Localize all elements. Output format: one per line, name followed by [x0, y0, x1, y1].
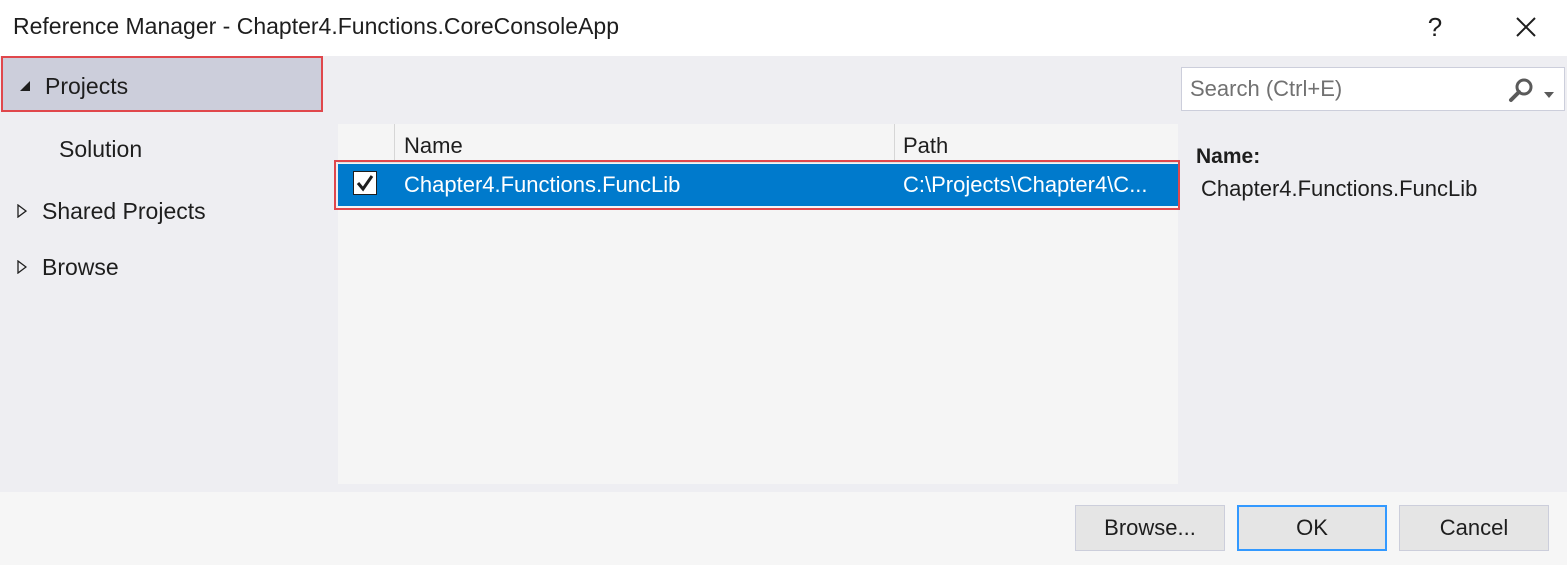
sidebar-item-projects[interactable]: Projects: [1, 56, 323, 112]
search-icon[interactable]: [1508, 77, 1534, 108]
row-path: C:\Projects\Chapter4\C...: [903, 172, 1148, 197]
search-input[interactable]: [1190, 75, 1500, 103]
browse-button[interactable]: Browse...: [1075, 505, 1225, 551]
column-separator[interactable]: [894, 124, 895, 162]
close-button[interactable]: [1508, 8, 1544, 46]
detail-name-value: Chapter4.Functions.FuncLib: [1201, 176, 1478, 201]
checkmark-icon: [356, 175, 374, 192]
title-bar: Reference Manager - Chapter4.Functions.C…: [0, 0, 1567, 56]
column-separator[interactable]: [394, 124, 395, 162]
sidebar-item-label: Solution: [59, 136, 143, 162]
row-checkbox[interactable]: [353, 171, 377, 195]
detail-name-label: Name:: [1196, 145, 1261, 168]
cancel-button[interactable]: Cancel: [1399, 505, 1549, 551]
row-name: Chapter4.Functions.FuncLib: [404, 172, 681, 197]
sidebar-item-label: Browse: [42, 254, 119, 280]
collapsed-arrow-icon: [14, 191, 30, 231]
column-header-name[interactable]: Name: [404, 124, 463, 162]
sidebar-item-solution[interactable]: Solution: [0, 129, 330, 169]
sidebar-item-shared-projects[interactable]: Shared Projects: [0, 191, 330, 231]
sidebar-item-label: Shared Projects: [42, 198, 206, 224]
close-icon: [1516, 17, 1536, 37]
sidebar-item-label: Projects: [45, 73, 129, 99]
sidebar-item-browse[interactable]: Browse: [0, 247, 330, 287]
collapsed-arrow-icon: [14, 247, 30, 287]
table-row[interactable]: Chapter4.Functions.FuncLib C:\Projects\C…: [338, 164, 1178, 206]
column-header-path[interactable]: Path: [903, 124, 948, 162]
ok-button[interactable]: OK: [1237, 505, 1387, 551]
expanded-arrow-icon: [17, 58, 33, 114]
grid-header: Name Path: [338, 124, 1178, 163]
help-button[interactable]: ?: [1420, 8, 1450, 46]
chevron-down-icon[interactable]: [1544, 85, 1554, 103]
search-box: [1181, 67, 1565, 111]
sidebar: Projects Solution Shared Projects Browse: [0, 56, 330, 492]
window-title: Reference Manager - Chapter4.Functions.C…: [13, 13, 619, 39]
